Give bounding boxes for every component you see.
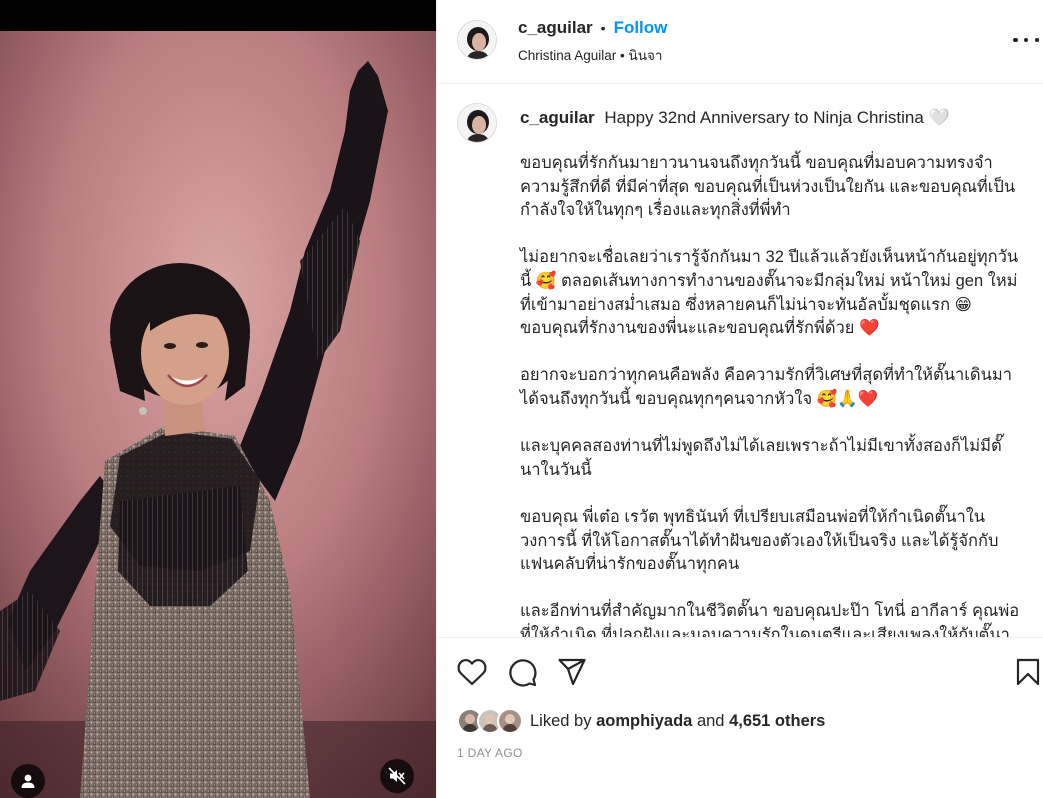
caption-line: ขอบคุณที่รักงานของพี่นะและขอบคุณที่รักพี… — [520, 319, 880, 338]
author-subtitle[interactable]: Christina Aguilar • นินจา — [518, 44, 662, 66]
separator-dot: • — [600, 20, 606, 36]
caption-paragraph: และอีกท่านที่สำคัญมากในชีวิตตั๊นา ขอบคุณ… — [520, 600, 1040, 637]
author-avatar[interactable] — [457, 20, 497, 60]
comment-button[interactable] — [505, 655, 539, 689]
follow-button[interactable]: Follow — [614, 18, 668, 38]
caption-line: ที่ให้กำเนิด ที่ปลูกฝังและมอบความรักในดน… — [520, 625, 1010, 637]
caption-line: นาในวันนี้ — [520, 460, 592, 479]
caption-headline: c_aguilar Happy 32nd Anniversary to Ninj… — [520, 107, 1030, 129]
comment-icon — [509, 659, 537, 687]
more-horizontal-icon — [1034, 37, 1039, 43]
caption-line: ขอบคุณที่รักกันมายาวนานจนถึงทุกวันนี้ ขอ… — [520, 154, 993, 172]
caption-paragraph: ขอบคุณที่รักกันมายาวนานจนถึงทุกวันนี้ ขอ… — [520, 152, 1040, 223]
post-actions: Liked by aomphiyada and 4,651 others 1 D… — [437, 637, 1043, 798]
like-button[interactable] — [455, 655, 489, 689]
caption-line: ไม่อยากจะเชื่อเลยว่าเรารู้จักกันมา 32 ปี… — [520, 248, 1019, 267]
likes-count-link[interactable]: 4,651 others — [729, 712, 825, 731]
caption-line: ขอบคุณ พี่เต๋อ เรวัต พุทธินันท์ ที่เปรีย… — [520, 507, 986, 526]
first-liker-link[interactable]: aomphiyada — [596, 712, 692, 731]
bookmark-icon — [1016, 658, 1040, 686]
caption-line: และอีกท่านที่สำคัญมากในชีวิตตั๊นา ขอบคุณ… — [520, 602, 1020, 621]
caption-line: อยากจะบอกว่าทุกคนคือพลัง คือความรักที่วิ… — [520, 366, 1013, 385]
mute-icon — [388, 767, 406, 785]
user-tag-icon — [21, 774, 35, 788]
post-media[interactable] — [0, 0, 436, 798]
likes-conjunction: and — [696, 711, 725, 730]
caption-line: วงการนี้ ที่ให้โอกาสตั๊นาได้ทำฝันของตัวเ… — [520, 531, 999, 550]
likes-prefix: Liked by — [530, 711, 592, 730]
more-horizontal-icon — [1023, 37, 1029, 43]
caption-username[interactable]: c_aguilar — [520, 108, 595, 127]
caption-scroll-area[interactable]: c_aguilar Happy 32nd Anniversary to Ninj… — [437, 85, 1043, 637]
more-horizontal-icon — [1013, 37, 1018, 43]
more-options-button[interactable] — [1013, 30, 1039, 50]
save-button[interactable] — [1011, 655, 1043, 689]
caption-line: และบุคคลสองท่านที่ไม่พูดถึงไม่ได้เลยเพรา… — [520, 437, 1002, 456]
caption-line: ได้จนถึงทุกวันนี้ ขอบคุณทุกๆคนจากหัวใจ 🥰… — [520, 389, 879, 408]
mute-button[interactable] — [380, 759, 414, 793]
post-photo — [0, 31, 436, 798]
author-line: c_aguilar • Follow — [518, 18, 667, 38]
caption-paragraph: อยากจะบอกว่าทุกคนคือพลัง คือความรักที่วิ… — [520, 364, 1040, 411]
author-username[interactable]: c_aguilar — [518, 18, 593, 38]
liker-avatars[interactable] — [457, 708, 523, 734]
media-letterbox — [0, 0, 436, 31]
caption-line: กำลังใจให้ในทุกๆ เรื่องและทุกสิ่งที่พี่ท… — [520, 201, 791, 220]
liker-avatar — [497, 708, 523, 734]
heart-icon — [457, 658, 487, 686]
caption-line: แฟนคลับที่น่ารักของตั๊นาทุกคน — [520, 555, 740, 574]
post-header: c_aguilar • Follow Christina Aguilar • น… — [437, 0, 1043, 84]
caption-paragraph: ขอบคุณ พี่เต๋อ เรวัต พุทธินันท์ ที่เปรีย… — [520, 506, 1040, 577]
user-tag-button[interactable] — [11, 764, 45, 798]
caption-line: นี้ 🥰 ตลอดเส้นทางการทำงานของตั๊นาจะมีกลุ… — [520, 271, 1018, 290]
share-icon — [558, 658, 586, 686]
post-sidebar: c_aguilar • Follow Christina Aguilar • น… — [436, 0, 1043, 798]
caption-line: ความรู้สึกที่ดี ที่มีค่าที่สุด ขอบคุณที่… — [520, 177, 1016, 196]
caption-body: ขอบคุณที่รักกันมายาวนานจนถึงทุกวันนี้ ขอ… — [520, 152, 1040, 637]
caption-headline-text: Happy 32nd Anniversary to Ninja Christin… — [604, 108, 950, 127]
likes-summary: Liked by aomphiyada and 4,651 others — [457, 708, 825, 734]
caption-line: ที่เข้ามาอย่างสม่ำเสมอ ซึ่งหลายคนก็ไม่น่… — [520, 295, 972, 314]
post-timestamp[interactable]: 1 DAY AGO — [457, 746, 523, 760]
share-button[interactable] — [555, 655, 589, 689]
caption-paragraph: และบุคคลสองท่านที่ไม่พูดถึงไม่ได้เลยเพรา… — [520, 435, 1040, 482]
caption-author-avatar[interactable] — [457, 103, 497, 143]
caption-paragraph: ไม่อยากจะเชื่อเลยว่าเรารู้จักกันมา 32 ปี… — [520, 246, 1040, 340]
